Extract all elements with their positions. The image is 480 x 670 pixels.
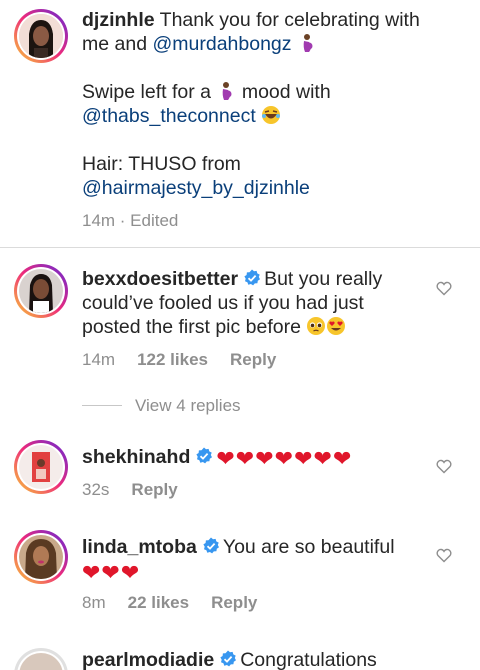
like-heart-icon[interactable] — [436, 281, 452, 296]
pleading-emoji-icon — [307, 317, 326, 335]
edited-label: · Edited — [115, 211, 179, 230]
likes-count[interactable]: 22 likes — [128, 593, 189, 612]
hearts-text: ❤❤❤❤❤❤❤ — [216, 446, 353, 471]
avatar-photo-icon — [19, 535, 63, 579]
comment-avatar[interactable] — [14, 648, 68, 670]
avatar-photo-icon — [19, 269, 63, 313]
reply-button[interactable]: Reply — [131, 480, 177, 499]
timestamp: 32s — [82, 480, 110, 499]
timestamp: 14m — [82, 350, 116, 369]
caption-text: djzinhle Thank you for celebrating with … — [82, 9, 420, 199]
verified-badge-icon — [244, 269, 261, 286]
mention-link[interactable]: @hairmajesty_by_djzinhle — [82, 177, 310, 199]
hearts-text: ❤❤❤ — [82, 560, 141, 585]
comment-meta: 14m 122 likes Reply — [82, 350, 276, 370]
likes-count[interactable]: 122 likes — [137, 350, 208, 369]
reply-button[interactable]: Reply — [230, 350, 276, 369]
comment-username[interactable]: pearlmodiadie — [82, 649, 214, 670]
comment-avatar[interactable] — [14, 440, 68, 494]
mention-link[interactable]: @thabs_theconnect — [82, 105, 256, 127]
verified-badge-icon — [203, 537, 219, 554]
comment-avatar[interactable] — [14, 530, 68, 584]
caption-avatar[interactable] — [14, 9, 68, 63]
verified-badge-icon — [220, 650, 237, 667]
verified-badge-icon — [196, 447, 213, 464]
like-heart-icon[interactable] — [436, 548, 452, 563]
mention-link[interactable]: @murdahbongz — [152, 33, 291, 55]
view-replies-button[interactable]: View 4 replies — [82, 396, 241, 416]
divider — [0, 247, 480, 248]
avatar-photo-icon — [19, 445, 63, 489]
reply-button[interactable]: Reply — [211, 593, 257, 612]
laughing-emoji-icon — [262, 106, 281, 124]
avatar-photo-icon — [19, 14, 63, 58]
timestamp: 8m — [82, 593, 106, 612]
caption-username[interactable]: djzinhle — [82, 9, 155, 31]
comment-meta: 32s Reply — [82, 480, 178, 500]
like-heart-icon[interactable] — [436, 459, 452, 474]
comment-text: bexxdoesitbetter But you really could’ve … — [82, 268, 383, 338]
pregnant-emoji-icon — [303, 34, 313, 52]
post-caption: djzinhle Thank you for celebrating with … — [0, 0, 480, 248]
comment-avatar[interactable] — [14, 264, 68, 318]
comment-username[interactable]: linda_mtoba — [82, 536, 197, 558]
heart-eyes-emoji-icon — [327, 317, 346, 335]
comment-username[interactable]: shekhinahd — [82, 446, 190, 468]
comment-text: shekhinahd ❤❤❤❤❤❤❤ — [82, 445, 422, 471]
replies-line — [82, 405, 122, 406]
caption-meta: 14m · Edited — [82, 211, 178, 231]
pregnant-emoji-icon — [223, 82, 232, 100]
comment-text: pearlmodiadie Congratulations — [82, 649, 377, 670]
comment-meta: 8m 22 likes Reply — [82, 593, 257, 613]
timestamp: 14m — [82, 211, 116, 230]
comment-text: linda_mtoba You are so beautiful ❤❤❤ — [82, 536, 395, 585]
comment-username[interactable]: bexxdoesitbetter — [82, 268, 238, 290]
